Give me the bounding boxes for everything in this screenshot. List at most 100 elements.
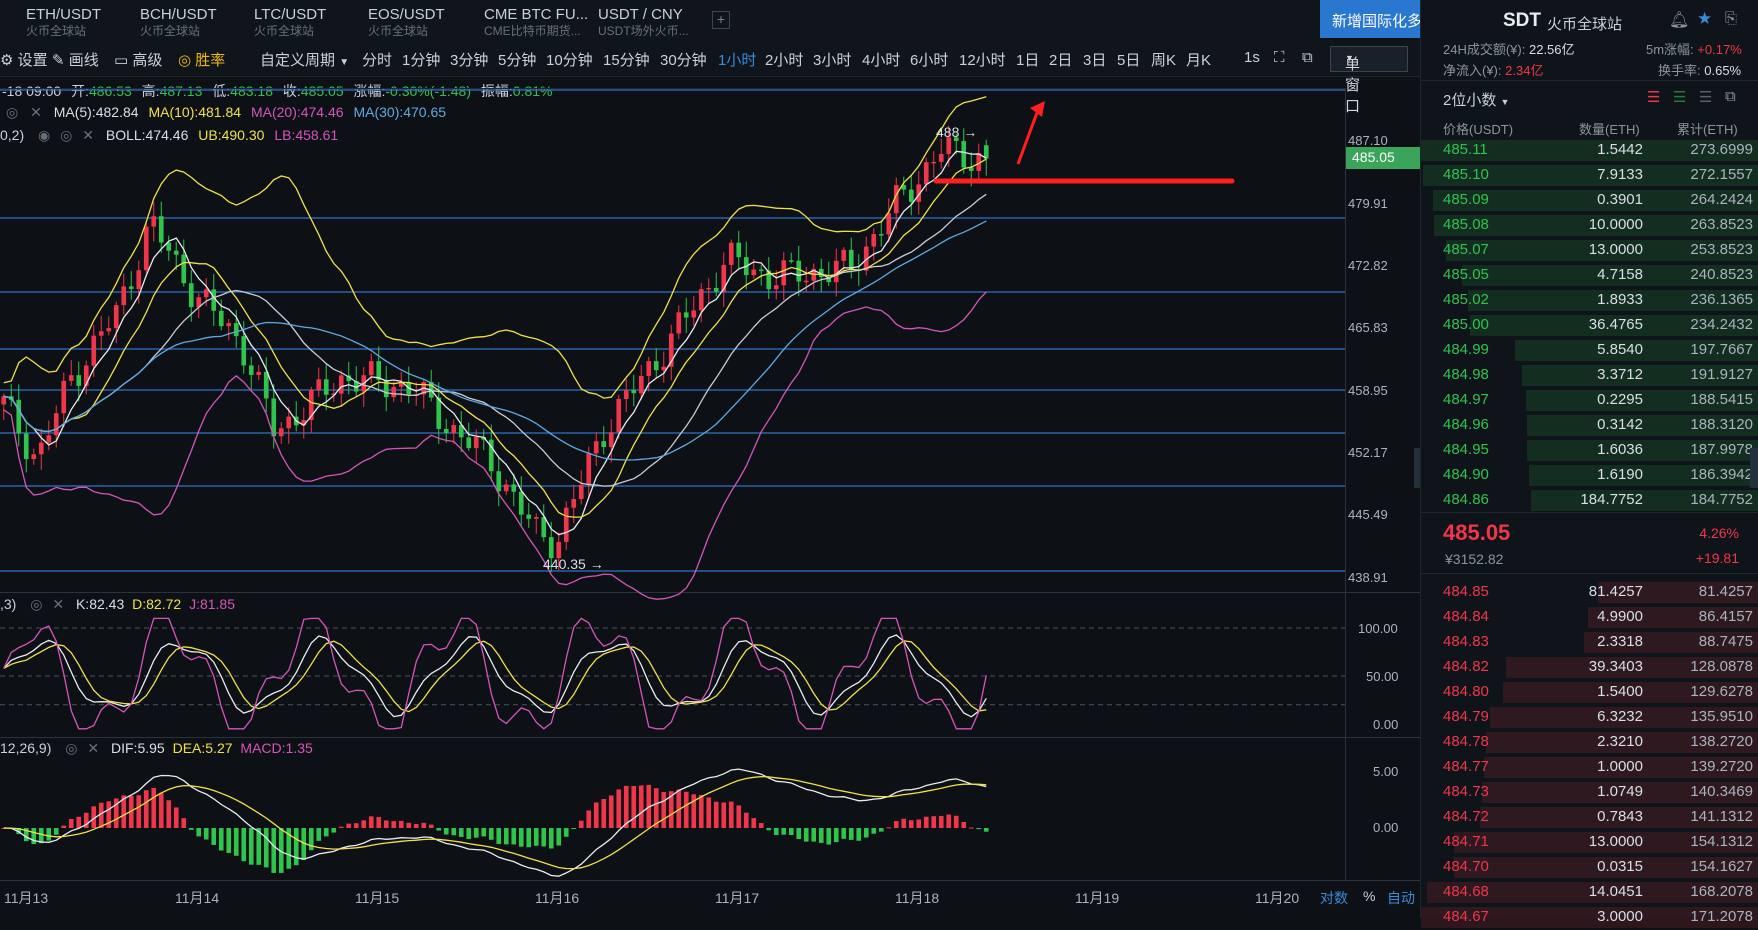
macd-histogram-bar — [571, 828, 577, 829]
bid-row[interactable]: 484.96 0.3142 188.3120 — [1421, 413, 1758, 438]
macd-histogram-bar — [743, 812, 749, 828]
price-cell: 484.71 — [1443, 833, 1489, 850]
candlestick-chart[interactable] — [0, 0, 1420, 918]
depth-asks-icon[interactable]: ☰ — [1699, 88, 1712, 106]
depth-mode-icon[interactable]: ⧉ — [1725, 88, 1736, 105]
price-cell: 485.08 — [1443, 216, 1489, 233]
bid-row[interactable]: 484.95 1.6036 187.9978 — [1421, 438, 1758, 463]
close-icon[interactable]: ✕ — [52, 596, 64, 612]
quantity-cell: 36.4765 — [1588, 316, 1643, 333]
macd-histogram-bar — [338, 826, 344, 828]
candle-body — [436, 397, 442, 429]
bid-row[interactable]: 484.90 1.6190 186.3942 — [1421, 463, 1758, 488]
candle-body — [203, 289, 209, 298]
candle-body — [391, 386, 397, 398]
percent-scale-toggle[interactable]: % — [1363, 888, 1375, 904]
chart-scroll-handle[interactable] — [1414, 448, 1420, 488]
candle-body — [128, 286, 134, 289]
cumulative-cell: 186.3942 — [1690, 466, 1753, 483]
macd-histogram-bar — [331, 828, 337, 833]
ask-row[interactable]: 484.72 0.7843 141.1312 — [1421, 805, 1758, 830]
candle-body — [548, 537, 554, 559]
macd-histogram-bar — [361, 820, 367, 828]
share-icon[interactable]: ⎘ — [1725, 10, 1737, 27]
macd-histogram-bar — [53, 828, 59, 835]
auto-scale-toggle[interactable]: 自动 — [1387, 888, 1415, 908]
last-percent: 4.26% — [1699, 525, 1739, 541]
ask-row[interactable]: 484.71 13.0000 154.1312 — [1421, 830, 1758, 855]
bid-row[interactable]: 485.02 1.8933 236.1365 — [1421, 288, 1758, 313]
macd-histogram-bar — [451, 828, 457, 836]
ask-row[interactable]: 484.68 14.0451 168.2078 — [1421, 880, 1758, 905]
ask-row[interactable]: 484.78 2.3210 138.2720 — [1421, 730, 1758, 755]
header-price: 价格(USDT) — [1443, 122, 1514, 137]
cumulative-cell: 197.7667 — [1690, 341, 1753, 358]
candle-body — [181, 254, 187, 284]
bid-row[interactable]: 485.08 10.0000 263.8523 — [1421, 213, 1758, 238]
cumulative-cell: 263.8523 — [1690, 216, 1753, 233]
quantity-cell: 1.6190 — [1597, 466, 1643, 483]
candle-body — [871, 234, 877, 247]
quantity-cell: 7.9133 — [1597, 166, 1643, 183]
macd-hist-value: MACD:1.35 — [240, 740, 313, 756]
cumulative-cell: 86.4157 — [1698, 608, 1753, 625]
macd-histogram-bar — [271, 828, 277, 873]
log-scale-toggle[interactable]: 对数 — [1320, 888, 1348, 908]
candle-body — [526, 514, 532, 519]
macd-histogram-bar — [173, 807, 179, 828]
bid-row[interactable]: 485.11 1.5442 273.6999 — [1421, 138, 1758, 163]
ask-row[interactable]: 484.82 39.3403 128.0878 — [1421, 655, 1758, 680]
kdj-j-value: J:81.85 — [189, 596, 235, 612]
star-icon[interactable]: ★ — [1697, 9, 1712, 29]
change-5m-value: +0.17% — [1697, 42, 1742, 57]
bell-icon[interactable]: 🔔︎ — [1669, 10, 1689, 30]
bid-row[interactable]: 484.86 184.7752 184.7752 — [1421, 488, 1758, 513]
settings-icon[interactable]: ◎ — [30, 596, 42, 612]
close-icon[interactable]: ✕ — [87, 740, 99, 756]
bid-row[interactable]: 484.98 3.3712 191.9127 — [1421, 363, 1758, 388]
bid-row[interactable]: 484.99 5.8540 197.7667 — [1421, 338, 1758, 363]
last-price: 485.05 — [1443, 520, 1511, 545]
macd-histogram-bar — [983, 828, 989, 832]
ask-row[interactable]: 484.85 81.4257 81.4257 — [1421, 580, 1758, 605]
bid-row[interactable]: 485.09 0.3901 264.2424 — [1421, 188, 1758, 213]
bid-row[interactable]: 485.00 36.4765 234.2432 — [1421, 313, 1758, 338]
macd-histogram-bar — [158, 793, 164, 828]
decimals-label: 2位小数 — [1443, 92, 1497, 109]
ask-row[interactable]: 484.70 0.0315 154.1627 — [1421, 855, 1758, 880]
bid-row[interactable]: 485.07 13.0000 253.8523 — [1421, 238, 1758, 263]
price-cell: 485.11 — [1443, 141, 1488, 158]
ask-row[interactable]: 484.77 1.0000 139.2720 — [1421, 755, 1758, 780]
candle-body — [728, 242, 734, 265]
candle-body — [511, 484, 517, 492]
quantity-cell: 1.5400 — [1597, 683, 1643, 700]
macd-histogram-bar — [901, 818, 907, 828]
order-book-panel: SDT 火币全球站 🔔︎ ★ ⎘ 24H成交额(¥): 22.56亿 净流入(¥… — [1420, 0, 1758, 928]
macd-histogram-bar — [721, 802, 727, 828]
cumulative-cell: 168.2078 — [1690, 883, 1753, 900]
last-change: +19.81 — [1695, 550, 1739, 566]
bid-row[interactable]: 485.10 7.9133 272.1557 — [1421, 163, 1758, 188]
bid-row[interactable]: 485.05 4.7158 240.8523 — [1421, 263, 1758, 288]
ask-row[interactable]: 484.84 4.9900 86.4157 — [1421, 605, 1758, 630]
macd-row: 12,26,9) ◎ ✕ DIF:5.95 DEA:5.27 MACD:1.35 — [0, 740, 313, 757]
ask-row[interactable]: 484.83 2.3318 88.7475 — [1421, 630, 1758, 655]
depth-bids-icon[interactable]: ☰ — [1673, 88, 1686, 106]
settings-icon[interactable]: ◎ — [65, 740, 77, 756]
macd-histogram-bar — [46, 828, 52, 841]
candle-body — [518, 491, 524, 515]
depth-both-icon[interactable]: ☰ — [1647, 88, 1660, 106]
decimals-dropdown[interactable]: 2位小数 ▼ — [1443, 89, 1509, 110]
macd-histogram-bar — [886, 827, 892, 829]
bid-row[interactable]: 484.97 0.2295 188.5415 — [1421, 388, 1758, 413]
volume-24h: 24H成交额(¥): 22.56亿 — [1443, 39, 1575, 58]
macd-histogram-bar — [391, 821, 397, 828]
ask-row[interactable]: 484.80 1.5400 129.6278 — [1421, 680, 1758, 705]
panel-divider — [0, 737, 1420, 738]
quantity-cell: 1.0749 — [1597, 783, 1643, 800]
change-5m: 5m涨幅: +0.17% — [1646, 39, 1742, 58]
ask-row[interactable]: 484.73 1.0749 140.3469 — [1421, 780, 1758, 805]
ask-row[interactable]: 484.79 6.3232 135.9510 — [1421, 705, 1758, 730]
panel-scroll-handle[interactable] — [1750, 448, 1758, 488]
candle-body — [23, 433, 29, 460]
